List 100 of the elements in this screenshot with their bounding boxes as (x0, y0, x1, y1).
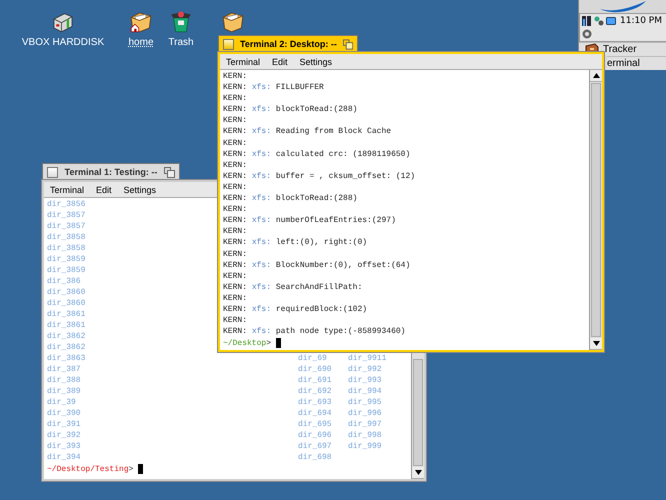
directory-name: dir_697 (298, 442, 332, 451)
text-cursor (276, 338, 282, 348)
directory-name: dir_690 (298, 365, 332, 374)
log-source: KERN: (223, 127, 248, 136)
directory-name: dir_392 (47, 431, 81, 440)
log-message: calculated crc: (1898119650) (276, 150, 410, 159)
menu-item[interactable]: Settings (300, 56, 332, 66)
log-source: KERN: (223, 327, 248, 336)
log-tag: xfs: (252, 304, 272, 314)
zoom-icon[interactable] (164, 166, 175, 178)
prompt-symbol: > (266, 338, 272, 348)
menu-item[interactable]: Settings (124, 184, 156, 194)
down-arrow-icon[interactable] (414, 470, 422, 475)
clock[interactable]: 11:10 PM (620, 16, 662, 26)
icon-label[interactable]: VBOX HARDDISK (22, 37, 104, 48)
directory-name: dir_691 (298, 376, 332, 385)
directory-name: dir_695 (298, 420, 332, 429)
log-tag: xfs: (252, 238, 272, 248)
log-source: KERN: (223, 304, 248, 314)
log-source: KERN: (223, 138, 248, 148)
directory-name: dir_999 (348, 442, 382, 451)
log-source: KERN: (223, 172, 248, 181)
directory-name: dir_387 (47, 365, 81, 374)
directory-name: dir_3858 (47, 244, 86, 253)
window-tab[interactable]: Terminal 2: Desktop: -- (218, 35, 358, 52)
directory-name: dir_698 (298, 453, 332, 462)
log-source: KERN: (223, 316, 248, 326)
up-arrow-icon[interactable] (592, 73, 600, 78)
cpu-meter-icon (582, 16, 592, 26)
log-source: KERN: (223, 194, 248, 204)
log-tag: xfs: (252, 172, 272, 181)
log-message: BlockNumber:(0), offset:(64) (276, 260, 410, 270)
directory-name: dir_3860 (47, 299, 86, 308)
directory-name: dir_390 (47, 409, 81, 418)
directory-name: dir_3857 (47, 222, 86, 231)
directory-name: dir_3857 (47, 211, 86, 220)
zoom-icon[interactable] (342, 38, 353, 50)
log-message: path node type:(-858993460) (276, 327, 406, 336)
log-source: KERN: (223, 282, 248, 292)
log-source: KERN: (223, 182, 248, 192)
feather-logo[interactable] (598, 0, 648, 13)
directory-name: dir_386 (47, 277, 81, 286)
directory-name: dir_394 (47, 453, 81, 462)
icon-label[interactable]: Trash (168, 37, 194, 48)
close-button[interactable] (47, 166, 58, 178)
scrollbar[interactable] (590, 70, 602, 350)
log-source: KERN: (223, 272, 248, 281)
icon-label[interactable]: home (128, 37, 154, 48)
deskbar-item[interactable]: erminal (607, 56, 666, 70)
prompt-symbol: > (128, 464, 134, 474)
directory-name: dir_693 (298, 398, 332, 407)
log-message: requiredBlock:(102) (276, 304, 368, 314)
log-source: KERN: (223, 160, 248, 170)
log-tag: xfs: (252, 327, 272, 336)
log-source: KERN: (223, 227, 248, 236)
log-source: KERN: (223, 216, 248, 226)
directory-name: dir_993 (348, 376, 382, 385)
log-source: KERN: (223, 72, 248, 81)
log-message: numberOfLeafEntries:(297) (276, 216, 396, 226)
screen-icon (606, 16, 616, 25)
directory-name: dir_994 (348, 387, 382, 396)
directory-name: dir_391 (47, 420, 81, 429)
directory-name: dir_389 (47, 387, 81, 396)
directory-name: dir_388 (47, 376, 81, 385)
log-source: KERN: (223, 260, 248, 270)
log-tag: xfs: (252, 127, 272, 136)
window-tab[interactable]: Terminal 1: Testing: -- (42, 163, 180, 180)
log-tag: xfs: (252, 83, 272, 92)
log-tag: xfs: (252, 194, 272, 204)
directory-name: dir_39 (47, 398, 76, 407)
log-tag: xfs: (252, 150, 272, 159)
prompt: ~/Desktop/Testing (47, 464, 129, 474)
directory-name: dir_3862 (47, 343, 86, 352)
directory-name: dir_393 (47, 442, 81, 451)
scrollbar[interactable] (412, 358, 424, 479)
close-button[interactable] (223, 38, 234, 50)
log-tag: xfs: (252, 216, 272, 226)
log-source: KERN: (223, 105, 248, 114)
log-message: FILLBUFFER (276, 83, 324, 92)
directory-name: dir_696 (298, 431, 332, 440)
log-source: KERN: (223, 116, 248, 126)
log-source: KERN: (223, 238, 248, 248)
home-folder-icon (128, 10, 154, 34)
menu-item[interactable]: Edit (272, 56, 288, 66)
menu-item[interactable]: Terminal (50, 184, 84, 194)
directory-name: dir_3863 (47, 354, 86, 363)
directory-name: dir_694 (298, 409, 332, 418)
log-source: KERN: (223, 205, 248, 214)
window-title: Terminal 1: Testing: -- (64, 167, 158, 177)
prompt: ~/Desktop (223, 338, 266, 348)
down-arrow-icon[interactable] (592, 341, 600, 346)
directory-name: dir_997 (348, 420, 382, 429)
log-source: KERN: (223, 150, 248, 159)
log-tag: xfs: (252, 105, 272, 114)
menu-item[interactable]: Edit (96, 184, 112, 194)
folder-icon (220, 10, 246, 34)
menu-item[interactable]: Terminal (226, 56, 260, 66)
directory-name: dir_3861 (47, 310, 86, 319)
log-message: left:(0), right:(0) (276, 238, 368, 248)
network-icon (594, 16, 604, 26)
